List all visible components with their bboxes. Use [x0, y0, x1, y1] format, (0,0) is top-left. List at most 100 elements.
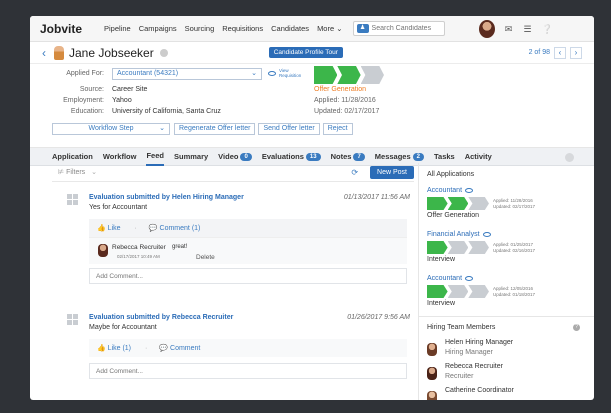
application-updated: Updated: 02/16/2017 — [493, 247, 536, 253]
avatar — [427, 391, 437, 400]
stage-complete — [427, 285, 448, 298]
stage-pending — [447, 241, 469, 254]
help-icon[interactable]: ❔ — [542, 24, 553, 33]
comment-button[interactable]: 💬 Comment (1) — [149, 224, 201, 232]
mail-icon[interactable]: ✉ — [504, 24, 514, 33]
post-title[interactable]: Evaluation submitted by Rebecca Recruite… — [89, 314, 233, 321]
applied-for-select[interactable]: Accountant (54321) ⌄ — [112, 68, 262, 80]
applied-date: Applied: 11/28/2016 — [314, 97, 376, 104]
chevron-down-icon: ⌄ — [159, 125, 165, 132]
comment-button[interactable]: 💬 Comment — [159, 344, 200, 352]
reject-button[interactable]: Reject — [322, 123, 353, 135]
tab-label: Evaluations — [261, 152, 304, 161]
tab-label: Tasks — [434, 152, 455, 161]
tab-settings-icon[interactable] — [565, 153, 574, 162]
source-label: Source: — [79, 86, 104, 93]
source-value: Career Site — [112, 86, 148, 93]
delete-comment-link[interactable]: Delete — [196, 254, 215, 261]
regenerate-offer-button[interactable]: Regenerate Offer letter — [174, 123, 256, 135]
add-comment-input[interactable] — [89, 363, 407, 379]
avatar — [427, 343, 437, 356]
avatar — [427, 367, 437, 380]
nav-candidates[interactable]: Candidates — [271, 24, 309, 33]
settings-icon[interactable] — [159, 48, 168, 57]
tab-label: Summary — [173, 152, 209, 161]
refresh-icon[interactable]: ⟳ — [351, 168, 358, 177]
top-nav: Jobvite Pipeline Campaigns Sourcing Requ… — [30, 16, 594, 42]
nav-more[interactable]: More ⌄ — [317, 24, 342, 33]
like-button[interactable]: 👍 Like — [97, 224, 121, 232]
updated-date: Updated: 02/17/2017 — [314, 108, 380, 115]
new-post-button[interactable]: New Post — [370, 165, 414, 179]
application-link[interactable]: Accountant — [427, 275, 476, 282]
next-candidate-button[interactable]: › — [570, 46, 582, 59]
pager-text: 2 of 98 — [528, 49, 550, 56]
action-buttons: Workflow Step ⌄ Regenerate Offer letter … — [52, 123, 356, 135]
app-window: Jobvite Pipeline Campaigns Sourcing Requ… — [30, 16, 594, 400]
stage-pending — [468, 241, 489, 254]
comment-author[interactable]: Rebecca Recruiter — [112, 244, 166, 251]
post-actions: 👍 Like (1) · 💬 Comment — [89, 339, 407, 357]
post-title[interactable]: Evaluation submitted by Helen Hiring Man… — [89, 194, 244, 201]
prev-candidate-button[interactable]: ‹ — [554, 46, 566, 59]
add-comment-input[interactable] — [89, 268, 407, 284]
help-icon[interactable]: ? — [573, 324, 580, 331]
like-button[interactable]: 👍 Like (1) — [97, 344, 131, 352]
applied-for-label: Applied For: — [66, 70, 104, 77]
filter-icon[interactable]: ⊭ — [58, 168, 64, 176]
chevron-down-icon[interactable]: ⌄ — [91, 168, 97, 176]
jobvite-logo[interactable]: Jobvite — [40, 22, 82, 36]
like-label: Like (1) — [107, 345, 132, 352]
team-member[interactable]: Helen Hiring Manager Hiring Manager — [427, 339, 587, 359]
eye-icon[interactable] — [465, 276, 474, 281]
view-requisition-link[interactable]: View Requisition — [268, 68, 301, 78]
comment-text: great! — [172, 244, 188, 250]
application-status: Offer Generation — [427, 212, 480, 219]
workflow-step-label: Workflow Step — [88, 125, 134, 132]
filters-button[interactable]: Filters — [66, 169, 85, 176]
candidate-pager: 2 of 98 ‹ › — [528, 46, 582, 59]
nav-requisitions[interactable]: Requisitions — [222, 24, 263, 33]
tab-label: Workflow — [102, 152, 137, 161]
nav-campaigns[interactable]: Campaigns — [139, 24, 177, 33]
search-input[interactable] — [371, 25, 442, 32]
application-updated: Updated: 01/18/2017 — [493, 291, 536, 297]
eye-icon[interactable] — [482, 232, 491, 237]
post-subtitle: Maybe for Accountant — [89, 324, 157, 331]
stage-status: Offer Generation — [314, 86, 367, 93]
application-title: Accountant — [427, 275, 463, 282]
back-chevron-icon[interactable]: ‹ — [42, 46, 46, 60]
nav-pipeline[interactable]: Pipeline — [104, 24, 131, 33]
candidate-search[interactable]: ♟ — [352, 21, 445, 36]
tab-label: Application — [52, 152, 93, 161]
avatar — [98, 244, 108, 257]
application-dates: Applied: 01/25/2017 Updated: 02/16/2017 — [493, 242, 535, 253]
hiring-team-title: Hiring Team Members — [427, 324, 496, 331]
eye-icon[interactable] — [465, 188, 474, 193]
feed-panel: ⊭ Filters ⌄ ⟳ New Post Evaluation submit… — [52, 163, 414, 400]
stage-complete — [427, 241, 448, 254]
team-member[interactable]: Catherine Coordinator — [427, 387, 587, 400]
list-icon[interactable]: ☰ — [523, 24, 533, 33]
application-link[interactable]: Accountant — [427, 187, 476, 194]
send-offer-button[interactable]: Send Offer letter — [258, 123, 320, 135]
application-link[interactable]: Financial Analyst — [427, 231, 494, 238]
people-search-icon[interactable]: ♟ — [356, 24, 369, 33]
tab-count-badge: 13 — [305, 152, 321, 161]
tab-label: Notes — [330, 152, 352, 161]
workflow-step-select[interactable]: Workflow Step ⌄ — [52, 123, 170, 135]
candidate-person-icon — [54, 45, 64, 60]
separator: · — [145, 344, 148, 352]
post-date: 01/13/2017 11:56 AM — [343, 194, 410, 201]
user-avatar[interactable] — [478, 19, 495, 38]
stage-complete — [427, 197, 448, 210]
tab-label: Feed — [146, 151, 164, 160]
team-member[interactable]: Rebecca Recruiter Recruiter — [427, 363, 587, 383]
nav-sourcing[interactable]: Sourcing — [185, 24, 215, 33]
chevron-down-icon: ⌄ — [251, 70, 257, 77]
profile-tour-button[interactable]: Candidate Profile Tour — [268, 47, 343, 58]
stage-pending — [468, 197, 489, 210]
application-status: Interview — [427, 300, 456, 307]
feed-post: Evaluation submitted by Helen Hiring Man… — [52, 191, 414, 301]
feed-post: Evaluation submitted by Rebecca Recruite… — [52, 311, 414, 400]
